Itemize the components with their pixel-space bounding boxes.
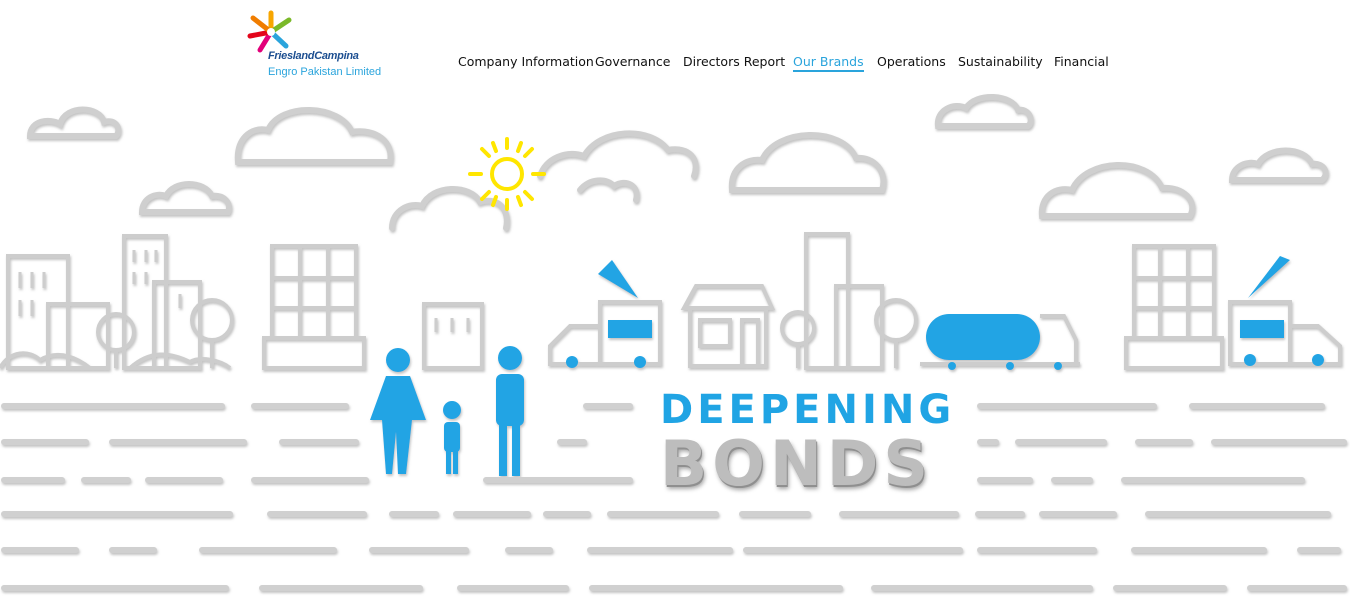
- tanker-truck-icon: [920, 314, 1080, 370]
- building: [1132, 244, 1216, 340]
- cloud: [138, 181, 232, 215]
- sun-icon: [468, 137, 546, 211]
- cloud: [26, 106, 122, 139]
- cloud: [234, 107, 394, 165]
- ice-cream-truck-icon: [1228, 256, 1342, 366]
- nav-directors-report[interactable]: Directors Report: [683, 54, 785, 69]
- nav-governance[interactable]: Governance: [595, 54, 670, 69]
- cloud: [728, 132, 887, 193]
- logo-brand-text: FrieslandCampina: [268, 50, 359, 62]
- nav-operations[interactable]: Operations: [877, 54, 946, 69]
- tree: [780, 310, 816, 346]
- shop-icon: [680, 284, 776, 368]
- cloud: [1228, 147, 1329, 183]
- building: [270, 244, 358, 340]
- nav-company-information[interactable]: Company Information: [458, 54, 594, 69]
- star-icon: [247, 10, 292, 53]
- headline-line-1: DEEPENING: [660, 387, 956, 433]
- logo-subtitle: Engro Pakistan Limited: [268, 66, 382, 78]
- hero-headline: DEEPENING BONDS: [660, 388, 960, 496]
- building: [422, 302, 484, 370]
- hero-illustration: [0, 93, 1350, 591]
- family-icon: [370, 346, 524, 476]
- ice-cream-truck-icon: [548, 260, 662, 368]
- cloud: [577, 177, 640, 203]
- building: [834, 284, 884, 370]
- company-logo[interactable]: FrieslandCampina Engro Pakistan Limited: [244, 10, 394, 82]
- cloud: [934, 93, 1034, 129]
- nav-our-brands[interactable]: Our Brands: [793, 54, 864, 72]
- cloud: [537, 130, 699, 179]
- site-header: FrieslandCampina Engro Pakistan Limited …: [0, 0, 1350, 90]
- cloud: [389, 186, 510, 231]
- cloud: [1038, 162, 1196, 219]
- building: [804, 232, 850, 370]
- building: [6, 254, 70, 370]
- tree: [96, 312, 136, 352]
- nav-sustainability[interactable]: Sustainability: [958, 54, 1043, 69]
- nav-financial[interactable]: Financial: [1054, 54, 1109, 69]
- headline-line-2: BONDS: [660, 427, 933, 500]
